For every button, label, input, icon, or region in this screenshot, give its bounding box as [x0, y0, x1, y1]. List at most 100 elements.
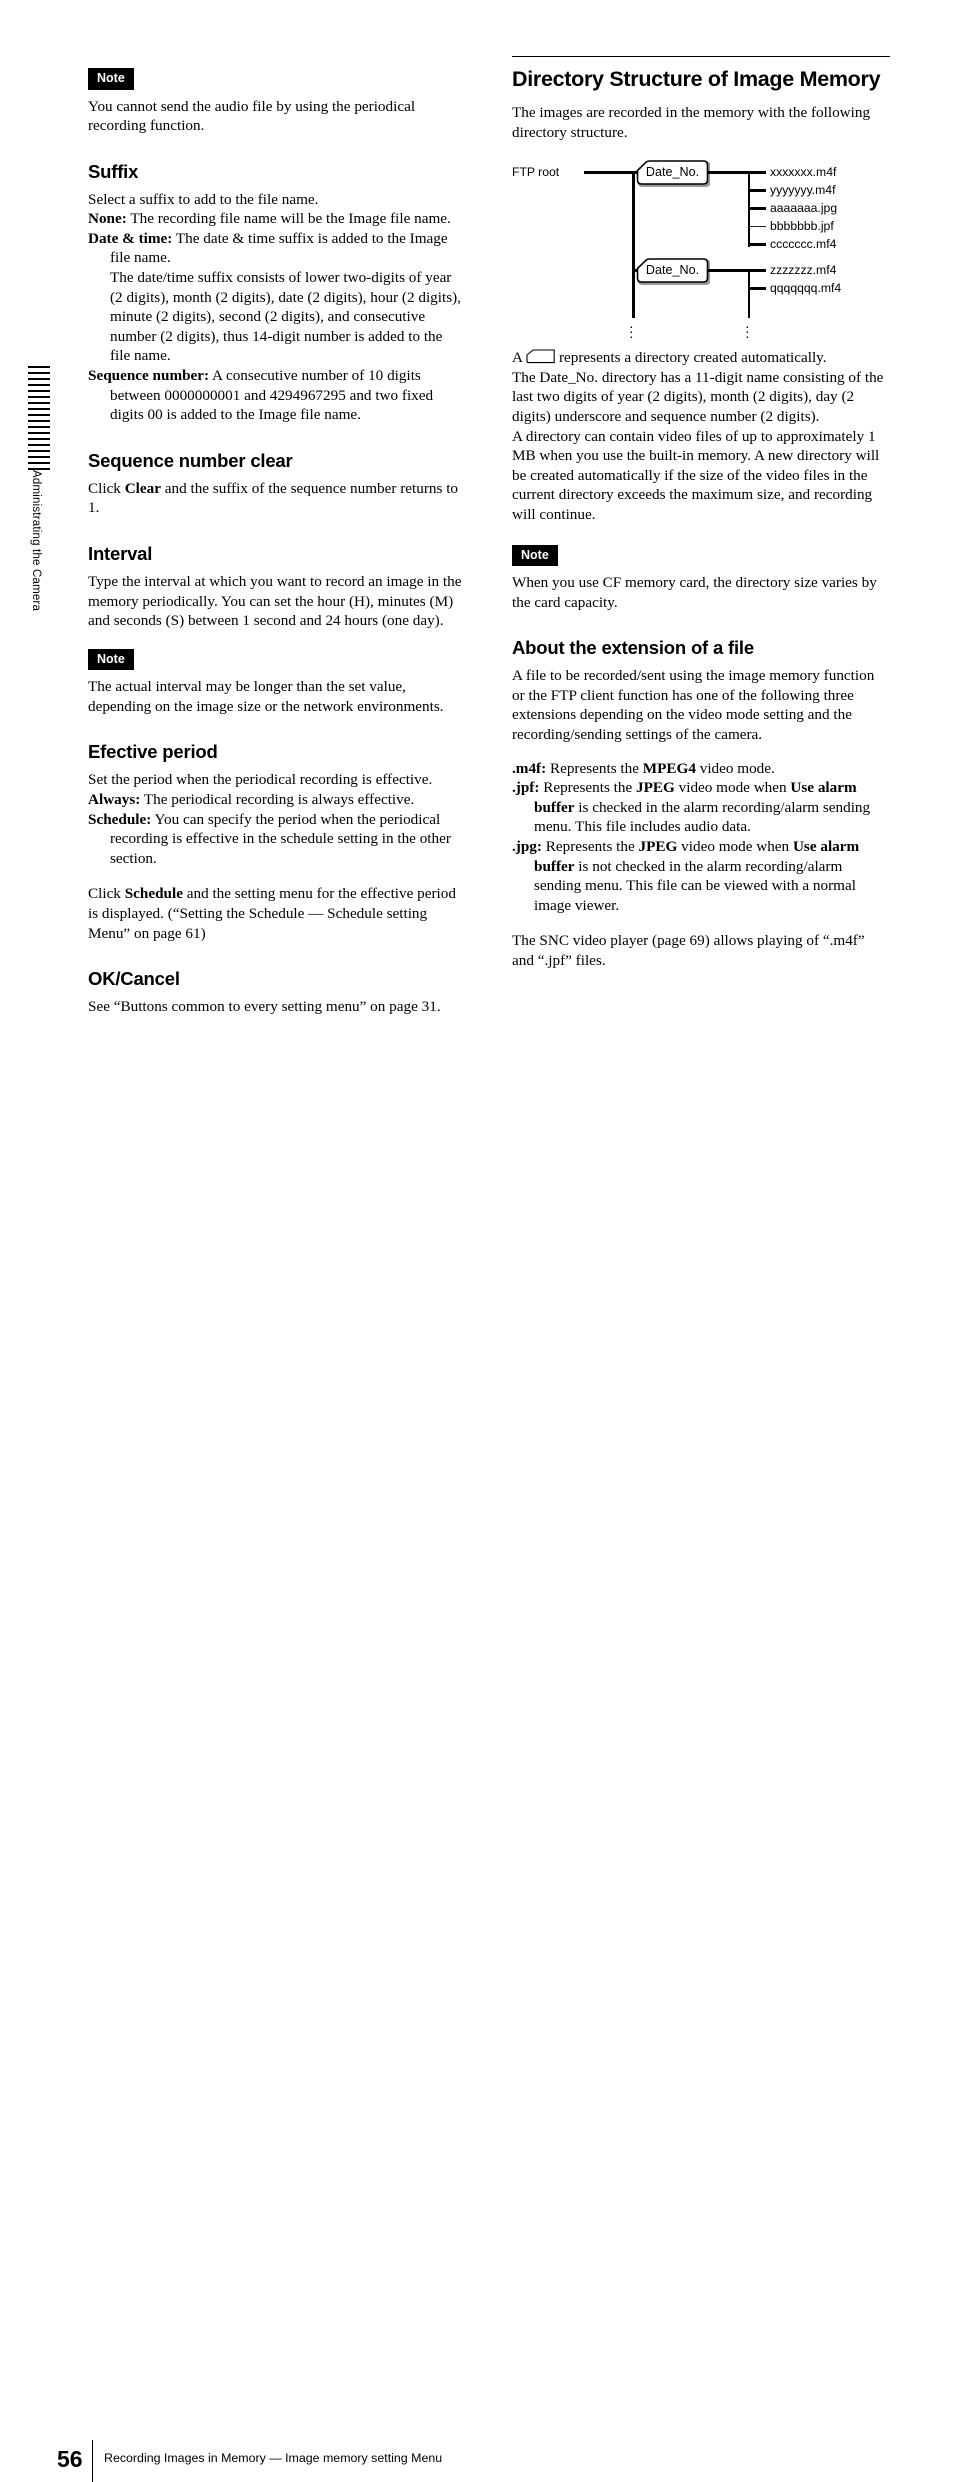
diagram-file-tick: [748, 287, 766, 290]
extension-intro: A file to be recorded/sent using the ima…: [512, 667, 875, 743]
note-3-text: When you use CF memory card, the directo…: [512, 574, 877, 611]
suffix-item-sequence: Sequence number: A consecutive number of…: [88, 366, 466, 425]
effective-period-item-schedule-term: Schedule:: [88, 810, 152, 828]
effective-period-item-always-term: Always:: [88, 791, 141, 809]
ok-cancel-text: See “Buttons common to every setting men…: [88, 998, 441, 1016]
note-block-1: Note You cannot send the audio file by u…: [88, 68, 466, 136]
diagram-directory-node-1-label: Date_No.: [645, 165, 700, 180]
folder-legend-lead: A: [512, 349, 523, 367]
schedule-click-text-before: Click: [88, 885, 125, 903]
diagram-node-2-files-connector: [708, 269, 750, 272]
clear-button-reference: Clear: [124, 479, 161, 497]
directory-structure-diagram: FTP root Date_No. xxxxxxx.m4f yyyyyyy.m4…: [512, 158, 890, 348]
section-side-tab-label: Administrating the Camera: [30, 470, 42, 612]
folder-icon: [526, 349, 556, 364]
diagram-directory-node-1: Date_No.: [634, 159, 711, 188]
diagram-file-label: zzzzzzz.mf4: [770, 263, 837, 278]
extension-item-jpg-pre: Represents the: [541, 837, 639, 855]
extension-item-m4f-mid: video mode.: [695, 759, 775, 777]
diagram-file-tick: [748, 225, 766, 228]
suffix-item-datetime: Date & time: The date & time suffix is a…: [88, 229, 466, 268]
note-1-text: You cannot send the audio file by using …: [88, 97, 416, 135]
effective-period-item-schedule: Schedule: You can specify the period whe…: [88, 810, 466, 869]
suffix-item-none-term: None:: [88, 210, 127, 228]
folder-legend-after: represents a directory created automatic…: [558, 349, 827, 367]
document-page: Administrating the Camera Note You canno…: [0, 0, 954, 2482]
extension-item-m4f: .m4f: Represents the MPEG4 video mode.: [512, 759, 890, 779]
directory-structure-intro: The images are recorded in the memory wi…: [512, 104, 871, 141]
extension-item-jpf: .jpf: Represents the JPEG video mode whe…: [512, 778, 890, 837]
page-footer: 56 Recording Images in Memory — Image me…: [0, 1218, 954, 2482]
extension-item-jpg-term: .jpg:: [512, 837, 542, 855]
suffix-intro: Select a suffix to add to the file name.: [88, 190, 319, 208]
schedule-click-paragraph: Click Schedule and the setting menu for …: [88, 884, 466, 943]
diagram-root-connector: [584, 171, 634, 174]
effective-period-item-always-text: The periodical recording is always effec…: [140, 791, 415, 809]
section-rule: [512, 56, 890, 57]
suffix-item-datetime-detail: The date/time suffix consists of lower t…: [110, 269, 461, 365]
diagram-directory-node-2: Date_No.: [634, 257, 711, 286]
diagram-file-label: ccccccc.mf4: [770, 237, 837, 252]
page-title: Directory Structure of Image Memory: [512, 67, 881, 91]
diagram-ellipsis-right: · · ·: [745, 318, 750, 345]
schedule-button-reference: Schedule: [124, 885, 183, 903]
extension-item-m4f-term: .m4f:: [512, 759, 547, 777]
page-number: 56: [57, 2446, 83, 2472]
suffix-item-none-text: The recording file name will be the Imag…: [126, 210, 451, 228]
note-badge: Note: [88, 648, 134, 671]
extension-item-jpf-term: .jpf:: [512, 779, 540, 797]
diagram-node-1-files-connector: [708, 171, 750, 174]
effective-period-item-always: Always: The periodical recording is alwa…: [88, 790, 466, 810]
extension-item-m4f-mode: MPEG4: [642, 759, 696, 777]
diagram-files-2-trunk: [748, 269, 751, 319]
heading-sequence-number-clear: Sequence number clear: [88, 449, 293, 471]
sequence-clear-text: Click Clear and the suffix of the sequen…: [88, 479, 466, 518]
suffix-item-sequence-term: Sequence number:: [88, 367, 210, 385]
diagram-file-label: yyyyyyy.m4f: [770, 183, 836, 198]
snc-video-player-note: The SNC video player (page 69) allows pl…: [512, 932, 865, 969]
note-block-2: Note The actual interval may be longer t…: [88, 648, 466, 717]
diagram-file-tick: [748, 243, 766, 246]
extension-item-jpf-pre: Represents the: [539, 779, 637, 797]
heading-ok-cancel: OK/Cancel: [88, 968, 180, 990]
extension-item-jpg: .jpg: Represents the JPEG video mode whe…: [512, 837, 890, 915]
note-2-text: The actual interval may be longer than t…: [88, 678, 444, 715]
directory-capacity-explanation: A directory can contain video files of u…: [512, 427, 880, 523]
heading-about-extension: About the extension of a file: [512, 637, 754, 659]
sequence-clear-text-before: Click: [88, 479, 125, 497]
diagram-file-label: qqqqqqq.mf4: [770, 281, 842, 296]
right-column: Directory Structure of Image Memory The …: [512, 56, 890, 971]
diagram-file-label: aaaaaaa.jpg: [770, 201, 838, 216]
effective-period-item-schedule-text: You can specify the period when the peri…: [110, 810, 451, 867]
diagram-file-label: bbbbbbb.jpf: [770, 219, 834, 234]
heading-interval: Interval: [88, 543, 153, 564]
footer-divider: [92, 2440, 94, 2482]
left-column: Note You cannot send the audio file by u…: [88, 68, 466, 1017]
diagram-trunk-line: [632, 171, 635, 319]
extension-item-jpg-mode: JPEG: [638, 837, 678, 855]
extension-item-jpf-post: is checked in the alarm recording/alarm …: [534, 798, 871, 836]
interval-text: Type the interval at which you want to r…: [88, 573, 462, 630]
diagram-file-label: xxxxxxx.m4f: [770, 165, 837, 180]
thumb-index-stripes: [28, 366, 50, 472]
extension-item-jpg-mid: video mode when: [677, 837, 793, 855]
diagram-directory-node-2-label: Date_No.: [645, 263, 700, 278]
folder-legend-paragraph: A represents a directory created automat…: [512, 348, 890, 368]
effective-period-intro: Set the period when the periodical recor…: [88, 771, 433, 789]
diagram-file-tick: [748, 269, 766, 272]
note-badge: Note: [88, 68, 134, 90]
diagram-file-tick: [748, 189, 766, 192]
suffix-item-datetime-term: Date & time:: [88, 229, 173, 247]
date-no-explanation: The Date_No. directory has a 11-digit na…: [512, 368, 884, 425]
diagram-ftp-root-label: FTP root: [512, 165, 560, 180]
extension-item-jpf-mode: JPEG: [636, 779, 675, 797]
extension-item-m4f-pre: Represents the: [546, 759, 643, 777]
extension-item-jpf-mid: video mode when: [674, 779, 791, 797]
heading-effective-period: Efective period: [88, 741, 218, 763]
note-block-3: Note When you use CF memory card, the di…: [512, 544, 890, 613]
diagram-ellipsis-left: · · ·: [629, 318, 634, 345]
extension-item-jpg-post: is not checked in the alarm recording/al…: [534, 857, 856, 914]
suffix-item-none: None: The recording file name will be th…: [88, 209, 466, 229]
diagram-file-tick: [748, 171, 766, 174]
heading-suffix: Suffix: [88, 160, 139, 182]
